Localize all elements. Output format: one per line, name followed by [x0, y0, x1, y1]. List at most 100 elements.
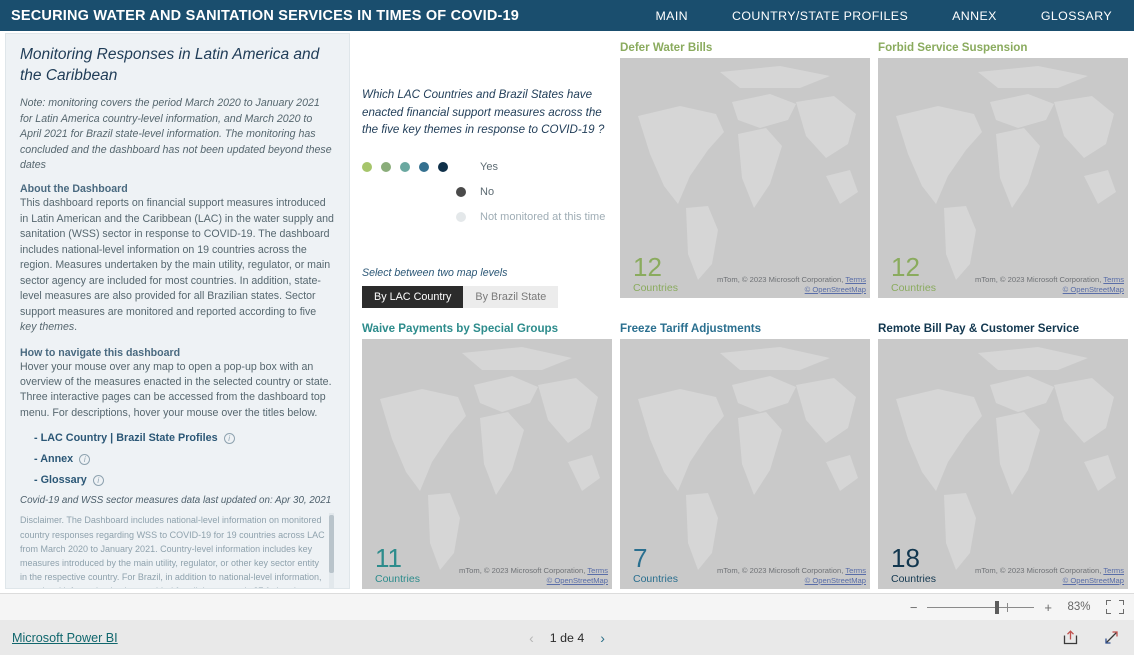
next-page-icon[interactable]: ›	[600, 630, 605, 646]
last-updated-text: Covid-19 and WSS sector measures data la…	[20, 495, 332, 507]
map-openstreetmap-link[interactable]: © OpenStreetMap	[805, 285, 866, 294]
map-legend: Yes No Not monitored at this time	[362, 160, 610, 224]
info-icon[interactable]: i	[92, 474, 104, 486]
map-attribution-text: mTom, © 2023 Microsoft Corporation,	[459, 565, 586, 575]
panel-link-country-state-profiles[interactable]: - LAC Country | Brazil State Profiles i	[34, 432, 335, 444]
question-legend-block: Which LAC Countries and Brazil States ha…	[362, 86, 610, 235]
map-count: 12 Countries	[633, 254, 678, 294]
map-attribution-text: mTom, © 2023 Microsoft Corporation,	[975, 565, 1102, 575]
report-banner: SECURING WATER AND SANITATION SERVICES I…	[0, 0, 1134, 31]
legend-swatch	[456, 186, 466, 197]
map-tile-title: Forbid Service Suspension	[878, 41, 1028, 54]
map-canvas[interactable]: 7 Countries mTom, © 2023 Microsoft Corpo…	[620, 339, 870, 589]
map-level-button-brazil-state[interactable]: By Brazil State	[463, 286, 559, 308]
legend-swatch	[362, 161, 372, 172]
map-count-label: Countries	[891, 281, 936, 294]
map-level-label: Select between two map levels	[362, 267, 508, 279]
map-terms-link[interactable]: Terms	[845, 275, 866, 284]
previous-page-icon[interactable]: ‹	[529, 630, 534, 646]
map-attribution-text: mTom, © 2023 Microsoft Corporation,	[717, 274, 844, 284]
map-terms-link[interactable]: Terms	[1103, 275, 1124, 284]
map-terms-link[interactable]: Terms	[587, 566, 608, 575]
about-body-tail: .	[74, 321, 78, 334]
map-tile-title: Defer Water Bills	[620, 41, 713, 54]
map-attribution: mTom, © 2023 Microsoft Corporation, Term…	[717, 275, 866, 296]
map-level-selector: Select between two map levels By LAC Cou…	[362, 267, 612, 308]
info-icon[interactable]: i	[223, 432, 235, 444]
report-canvas: Monitoring Responses in Latin America an…	[0, 31, 1134, 593]
map-count-label: Countries	[633, 572, 678, 585]
about-dashboard-heading: About the Dashboard	[20, 183, 128, 196]
map-attribution-text: mTom, © 2023 Microsoft Corporation,	[717, 565, 844, 575]
map-canvas[interactable]: 11 Countries mTom, © 2023 Microsoft Corp…	[362, 339, 612, 589]
nav-item-main[interactable]: MAIN	[633, 9, 710, 23]
zoom-percent-value: 83%	[1067, 601, 1091, 613]
legend-swatch	[381, 161, 391, 172]
map-count: 18 Countries	[891, 545, 936, 585]
disclaimer-scrollbar-thumb[interactable]	[329, 515, 334, 574]
navigate-body: Hover your mouse over any map to open a …	[20, 360, 332, 419]
about-body-emphasis: key themes	[20, 321, 75, 334]
map-canvas[interactable]: 12 Countries mTom, © 2023 Microsoft Corp…	[620, 58, 870, 298]
map-openstreetmap-link[interactable]: © OpenStreetMap	[805, 576, 866, 585]
legend-swatch	[438, 161, 448, 172]
zoom-slider-tick	[1007, 602, 1009, 612]
disclaimer-block: Disclaimer. The Dashboard includes natio…	[20, 513, 335, 588]
legend-swatches-not-monitored	[362, 212, 466, 223]
disclaimer-text: Disclaimer. The Dashboard includes natio…	[20, 515, 325, 588]
about-body-text: This dashboard reports on financial supp…	[20, 197, 334, 318]
map-level-button-lac-country[interactable]: By LAC Country	[362, 286, 464, 308]
panel-link-annex[interactable]: - Annex i	[34, 453, 335, 465]
map-tile-title: Remote Bill Pay & Customer Service	[878, 322, 1080, 335]
panel-link-label: - LAC Country | Brazil State Profiles	[34, 432, 218, 445]
panel-link-label: - Glossary	[34, 474, 87, 487]
legend-swatches-yes	[362, 161, 466, 172]
info-icon[interactable]: i	[79, 453, 91, 465]
zoom-out-button[interactable]: −	[910, 600, 918, 615]
zoom-slider[interactable]	[927, 600, 1035, 614]
page-indicator: 1 de 4	[549, 630, 585, 645]
map-openstreetmap-link[interactable]: © OpenStreetMap	[1063, 576, 1124, 585]
map-attribution: mTom, © 2023 Microsoft Corporation, Term…	[975, 275, 1124, 296]
share-icon[interactable]	[1062, 629, 1079, 646]
legend-row-not-monitored: Not monitored at this time	[362, 210, 610, 224]
map-terms-link[interactable]: Terms	[1103, 566, 1124, 575]
map-openstreetmap-link[interactable]: © OpenStreetMap	[547, 576, 608, 585]
fullscreen-icon[interactable]	[1103, 629, 1120, 646]
info-panel: Monitoring Responses in Latin America an…	[5, 33, 350, 589]
map-count-number: 12	[633, 251, 662, 282]
zoom-slider-handle[interactable]	[995, 600, 1000, 614]
status-bar: − + 83%	[0, 593, 1134, 620]
map-canvas[interactable]: 12 Countries mTom, © 2023 Microsoft Corp…	[878, 58, 1128, 298]
map-canvas[interactable]: 18 Countries mTom, © 2023 Microsoft Corp…	[878, 339, 1128, 589]
about-dashboard-body: This dashboard reports on financial supp…	[20, 196, 335, 335]
navigate-heading: How to navigate this dashboard	[20, 346, 181, 359]
power-bi-link[interactable]: Microsoft Power BI	[0, 631, 118, 645]
map-level-buttons: By LAC Country By Brazil State	[362, 286, 612, 308]
map-count-number: 7	[633, 542, 648, 573]
zoom-in-button[interactable]: +	[1044, 600, 1052, 615]
map-attribution-text: mTom, © 2023 Microsoft Corporation,	[975, 274, 1102, 284]
map-count: 12 Countries	[891, 254, 936, 294]
map-count-label: Countries	[375, 572, 420, 585]
legend-row-yes: Yes	[362, 160, 610, 174]
panel-link-glossary[interactable]: - Glossary i	[34, 474, 335, 486]
map-count-label: Countries	[633, 281, 678, 294]
report-title: SECURING WATER AND SANITATION SERVICES I…	[11, 7, 520, 24]
map-terms-link[interactable]: Terms	[845, 566, 866, 575]
map-openstreetmap-link[interactable]: © OpenStreetMap	[1063, 285, 1124, 294]
top-nav: MAIN COUNTRY/STATE PROFILES ANNEX GLOSSA…	[633, 0, 1134, 31]
legend-row-no: No	[362, 185, 610, 199]
nav-item-glossary[interactable]: GLOSSARY	[1019, 9, 1134, 23]
report-footer: Microsoft Power BI ‹ 1 de 4 ›	[0, 620, 1134, 655]
legend-swatch	[419, 161, 429, 172]
map-tile-title: Waive Payments by Special Groups	[362, 322, 559, 335]
fit-to-screen-icon[interactable]	[1106, 600, 1124, 614]
map-count-number: 12	[891, 251, 920, 282]
map-count: 11 Countries	[375, 545, 420, 585]
legend-label-not-monitored: Not monitored at this time	[480, 210, 606, 223]
map-tile-freeze-tariff-adjustments: Freeze Tariff Adjustments 7 Countries mT…	[620, 322, 870, 589]
legend-swatches-no	[362, 186, 466, 197]
nav-item-country-state-profiles[interactable]: COUNTRY/STATE PROFILES	[710, 9, 930, 23]
nav-item-annex[interactable]: ANNEX	[930, 9, 1019, 23]
